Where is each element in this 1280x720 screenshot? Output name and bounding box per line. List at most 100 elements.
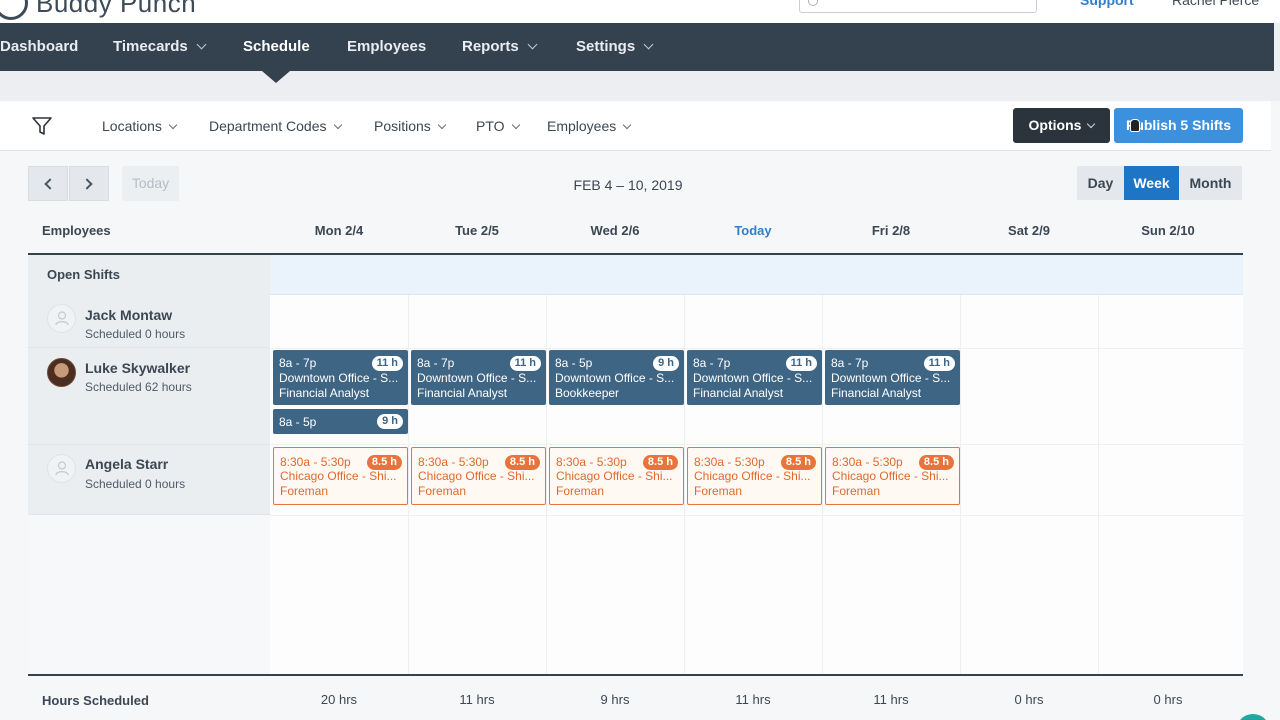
shift-location: Chicago Office - Shi...: [694, 469, 811, 483]
nav-item-employees[interactable]: Employees: [347, 23, 426, 71]
shift-card[interactable]: 8a - 7p 11 h Downtown Office - S... Fina…: [687, 350, 822, 405]
open-shifts-label: Open Shifts: [28, 255, 270, 295]
employee-scheduled-hours: Scheduled 0 hours: [85, 477, 186, 491]
nav-item-settings[interactable]: Settings: [576, 23, 654, 71]
filter-label: PTO: [476, 118, 505, 134]
shift-hours-badge: 11 h: [509, 356, 541, 371]
hours-total-wed: 9 hrs: [600, 692, 630, 707]
filter-employees[interactable]: Employees: [547, 118, 632, 134]
header-spacer: [0, 71, 1280, 101]
row-divider: [270, 348, 1243, 349]
employee-scheduled-hours: Scheduled 0 hours: [85, 327, 186, 341]
options-button[interactable]: Options: [1013, 108, 1110, 143]
shift-time: 8:30a - 5:30p: [280, 455, 351, 469]
shift-card[interactable]: 8:30a - 5:30p 8.5 h Chicago Office - Shi…: [549, 447, 684, 505]
shift-position: Foreman: [418, 484, 467, 498]
shift-card[interactable]: 8a - 5p 9 h Downtown Office - S... Bookk…: [549, 350, 684, 405]
shift-card[interactable]: 8:30a - 5:30p 8.5 h Chicago Office - Shi…: [411, 447, 546, 505]
shift-hours-badge: 8.5 h: [918, 455, 954, 470]
view-week-button[interactable]: Week: [1124, 166, 1179, 200]
day-header-tue: Tue 2/5: [455, 223, 499, 238]
chevron-down-icon: [643, 39, 654, 50]
nav-item-timecards[interactable]: Timecards: [113, 23, 207, 71]
chevron-right-icon: [81, 178, 93, 190]
chevron-down-icon: [527, 39, 538, 50]
nav-item-schedule[interactable]: Schedule: [243, 23, 310, 71]
chevron-down-icon: [1087, 119, 1096, 129]
shift-card[interactable]: 8:30a - 5:30p 8.5 h Chicago Office - Shi…: [825, 447, 960, 505]
shift-card[interactable]: 8:30a - 5:30p 8.5 h Chicago Office - Shi…: [273, 447, 408, 505]
date-range: FEB 4 – 10, 2019: [573, 177, 683, 193]
shift-hours-badge: 8.5 h: [366, 455, 402, 470]
employee-row-luke-skywalker[interactable]: Luke Skywalker Scheduled 62 hours: [28, 348, 270, 445]
filter-locations[interactable]: Locations: [102, 118, 178, 134]
filter-label: Locations: [102, 118, 162, 134]
column-divider: [1098, 295, 1099, 675]
previous-week-button[interactable]: [28, 166, 68, 201]
hours-scheduled-label: Hours Scheduled: [42, 693, 149, 708]
filter-pto[interactable]: PTO: [476, 118, 520, 134]
filter-department-codes[interactable]: Department Codes: [209, 118, 342, 134]
shift-time: 8:30a - 5:30p: [832, 455, 903, 469]
shift-card[interactable]: 8a - 7p 11 h Downtown Office - S... Fina…: [411, 350, 546, 405]
app-logo[interactable]: Buddy Punch: [0, 0, 196, 20]
employee-row-angela-starr[interactable]: Angela Starr Scheduled 0 hours: [28, 445, 270, 515]
filter-bar: Locations Department Codes Positions PTO…: [0, 101, 1271, 151]
avatar: [47, 304, 76, 333]
employee-name[interactable]: Angela Starr: [85, 456, 168, 472]
shift-position: Foreman: [556, 484, 605, 498]
shift-card[interactable]: 8a - 7p 11 h Downtown Office - S... Fina…: [825, 350, 960, 405]
nav-item-reports[interactable]: Reports: [462, 23, 538, 71]
nav-item-dashboard[interactable]: Dashboard: [0, 23, 78, 71]
nav-label: Settings: [576, 38, 636, 55]
filter-label: Department Codes: [209, 118, 327, 134]
shift-position: Foreman: [280, 484, 329, 498]
shift-location: Chicago Office - Shi...: [832, 469, 949, 483]
schedule-grid-header: Employees Mon 2/4 Tue 2/5 Wed 2/6 Today …: [28, 215, 1243, 255]
employee-row-jack-montaw[interactable]: Jack Montaw Scheduled 0 hours: [28, 295, 270, 348]
chevron-down-icon: [196, 39, 207, 50]
chevron-down-icon: [333, 120, 342, 130]
employee-name[interactable]: Jack Montaw: [85, 307, 172, 323]
nav-label: Dashboard: [0, 38, 79, 55]
shift-position: Foreman: [694, 484, 743, 498]
shift-hours-badge: 8.5 h: [504, 455, 540, 470]
shift-time: 8a - 5p: [555, 356, 593, 370]
shift-location: Chicago Office - Shi...: [418, 469, 535, 483]
shift-location: Downtown Office - S...: [831, 371, 951, 385]
hours-total-fri: 11 hrs: [873, 692, 909, 707]
filter-positions[interactable]: Positions: [374, 118, 447, 134]
search-icon: [808, 0, 818, 6]
filter-label: Positions: [374, 118, 431, 134]
employee-name[interactable]: Luke Skywalker: [85, 360, 190, 376]
shift-card[interactable]: 8a - 7p 11 h Downtown Office - S... Fina…: [273, 350, 408, 405]
next-week-button[interactable]: [69, 166, 109, 201]
shift-time: 8:30a - 5:30p: [556, 455, 627, 469]
shift-position: Financial Analyst: [279, 386, 370, 400]
view-month-button[interactable]: Month: [1179, 166, 1242, 200]
search-input[interactable]: [799, 0, 1037, 13]
shift-card[interactable]: 8a - 5p 9 h: [273, 409, 408, 434]
support-link[interactable]: Support: [1080, 0, 1134, 8]
shift-location: Chicago Office - Shi...: [280, 469, 397, 483]
row-divider: [270, 515, 1243, 516]
hours-scheduled-row: Hours Scheduled 20 hrs 11 hrs 9 hrs 11 h…: [28, 676, 1243, 720]
hours-total-tue: 11 hrs: [459, 692, 495, 707]
shift-card[interactable]: 8:30a - 5:30p 8.5 h Chicago Office - Shi…: [687, 447, 822, 505]
filter-funnel-icon[interactable]: [32, 116, 52, 136]
options-label: Options: [1028, 117, 1082, 133]
column-divider: [960, 295, 961, 675]
shift-time: 8:30a - 5:30p: [418, 455, 489, 469]
nav-edge: [1274, 23, 1280, 71]
user-menu[interactable]: Rachel Pierce: [1172, 0, 1259, 8]
employees-column-header: Employees: [42, 223, 111, 238]
hours-total-sun: 0 hrs: [1153, 692, 1183, 707]
nav-label: Schedule: [243, 38, 310, 55]
view-day-button[interactable]: Day: [1077, 166, 1124, 200]
shift-time: 8a - 7p: [279, 356, 317, 370]
today-button[interactable]: Today: [122, 166, 179, 201]
day-header-sun: Sun 2/10: [1141, 223, 1195, 238]
logo-text: Buddy Punch: [36, 0, 197, 18]
shift-hours-badge: 8.5 h: [642, 455, 678, 470]
shift-time: 8a - 7p: [693, 356, 731, 370]
